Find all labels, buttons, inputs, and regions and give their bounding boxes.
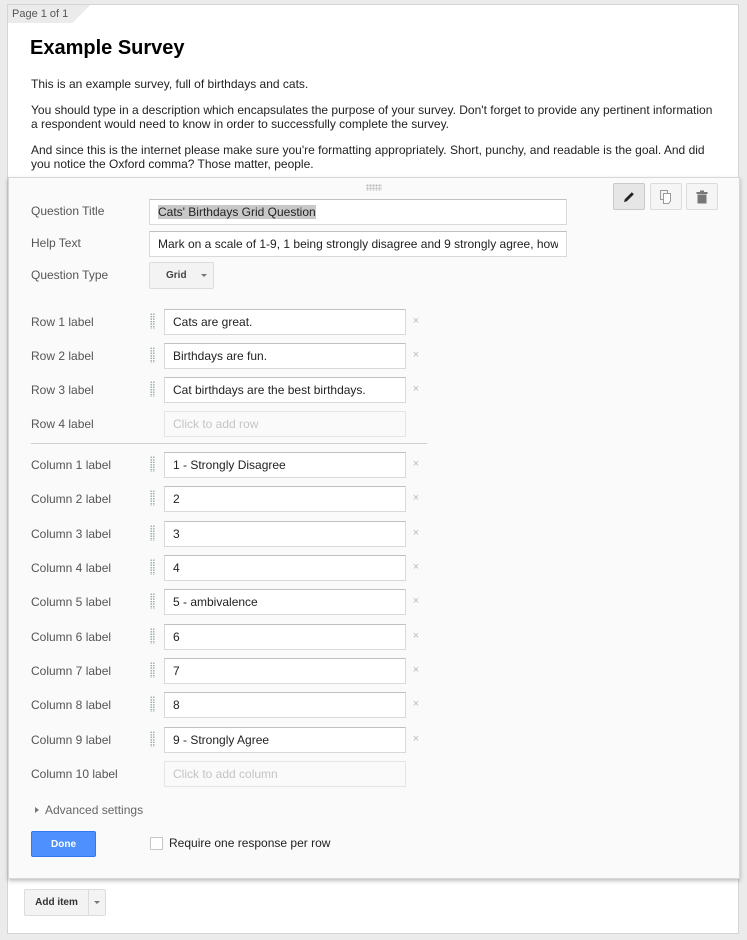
remove-row-icon[interactable]: × [411, 315, 421, 327]
column-label: Column 5 label [31, 595, 112, 609]
remove-column-icon[interactable]: × [411, 561, 421, 573]
question-type-select[interactable]: Grid [149, 262, 214, 289]
drag-grip-icon[interactable] [150, 559, 155, 575]
add-item-button-group: Add item [24, 889, 106, 916]
column-label: Column 7 label [31, 664, 112, 678]
row-input[interactable] [164, 343, 406, 369]
column-label: Column 3 label [31, 527, 112, 541]
remove-column-icon[interactable]: × [411, 458, 421, 470]
pencil-icon [624, 191, 634, 202]
drag-grip-icon[interactable] [150, 731, 155, 747]
remove-column-icon[interactable]: × [411, 595, 421, 607]
description-paragraph: You should type in a description which e… [31, 103, 713, 131]
column-input[interactable] [164, 658, 406, 684]
remove-column-icon[interactable]: × [411, 630, 421, 642]
question-type-label: Question Type [31, 268, 109, 282]
row-label: Row 2 label [31, 349, 94, 363]
drag-grip-icon[interactable] [150, 525, 155, 541]
remove-row-icon[interactable]: × [411, 383, 421, 395]
row-label: Row 4 label [31, 417, 94, 431]
column-label: Column 6 label [31, 630, 112, 644]
question-editor: Question Title Cats' Birthdays Grid Ques… [8, 177, 740, 879]
column-input[interactable] [164, 624, 406, 650]
advanced-settings-label: Advanced settings [45, 803, 144, 817]
help-text-label: Help Text [31, 236, 81, 250]
description-paragraph: This is an example survey, full of birth… [31, 77, 309, 91]
column-label: Column 10 label [31, 767, 118, 781]
add-item-button[interactable]: Add item [25, 890, 89, 915]
column-label: Column 4 label [31, 561, 112, 575]
column-input[interactable] [164, 589, 406, 615]
question-type-value: Grid [166, 270, 187, 281]
page-indicator: Page 1 of 1 [8, 5, 90, 23]
remove-column-icon[interactable]: × [411, 698, 421, 710]
triangle-right-icon [35, 807, 39, 813]
drag-grip-icon[interactable] [150, 381, 155, 397]
chevron-down-icon [200, 274, 207, 277]
require-one-response-label[interactable]: Require one response per row [169, 836, 330, 850]
remove-column-icon[interactable]: × [411, 527, 421, 539]
row-input[interactable] [164, 309, 406, 335]
remove-column-icon[interactable]: × [411, 492, 421, 504]
column-input[interactable] [164, 692, 406, 718]
row-input[interactable] [164, 377, 406, 403]
drag-grip-icon[interactable] [150, 696, 155, 712]
drag-handle-icon[interactable] [366, 184, 382, 191]
chevron-down-icon [94, 901, 100, 904]
drag-grip-icon[interactable] [150, 313, 155, 329]
help-text-input[interactable] [149, 231, 567, 257]
question-title-input[interactable]: Cats' Birthdays Grid Question [149, 199, 567, 225]
add-item-dropdown[interactable] [89, 890, 105, 915]
column-label: Column 1 label [31, 458, 112, 472]
description-paragraph: And since this is the internet please ma… [31, 143, 705, 171]
column-input[interactable] [164, 555, 406, 581]
survey-title[interactable]: Example Survey [30, 37, 185, 60]
column-input[interactable] [164, 521, 406, 547]
delete-button[interactable] [686, 183, 718, 210]
drag-grip-icon[interactable] [150, 593, 155, 609]
column-input[interactable] [164, 727, 406, 753]
done-button[interactable]: Done [31, 831, 96, 857]
column-label: Column 2 label [31, 492, 112, 506]
add-row-input[interactable] [164, 411, 406, 437]
rows-columns-divider [31, 443, 427, 444]
trash-icon [696, 190, 708, 203]
remove-column-icon[interactable]: × [411, 733, 421, 745]
add-column-input[interactable] [164, 761, 406, 787]
row-label: Row 3 label [31, 383, 94, 397]
require-one-response-checkbox[interactable] [150, 837, 163, 850]
column-label: Column 8 label [31, 698, 112, 712]
column-input[interactable] [164, 452, 406, 478]
column-input[interactable] [164, 486, 406, 512]
duplicate-button[interactable] [650, 183, 682, 210]
question-title-value: Cats' Birthdays Grid Question [158, 205, 316, 219]
remove-column-icon[interactable]: × [411, 664, 421, 676]
advanced-settings-toggle[interactable]: Advanced settings [35, 803, 143, 817]
edit-button[interactable] [613, 183, 645, 210]
survey-description[interactable]: This is an example survey, full of birth… [31, 77, 721, 183]
drag-grip-icon[interactable] [150, 347, 155, 363]
question-title-label: Question Title [31, 204, 105, 218]
drag-grip-icon[interactable] [150, 456, 155, 472]
drag-grip-icon[interactable] [150, 662, 155, 678]
remove-row-icon[interactable]: × [411, 349, 421, 361]
drag-grip-icon[interactable] [150, 490, 155, 506]
duplicate-icon [660, 189, 671, 204]
drag-grip-icon[interactable] [150, 628, 155, 644]
column-label: Column 9 label [31, 733, 112, 747]
row-label: Row 1 label [31, 315, 94, 329]
